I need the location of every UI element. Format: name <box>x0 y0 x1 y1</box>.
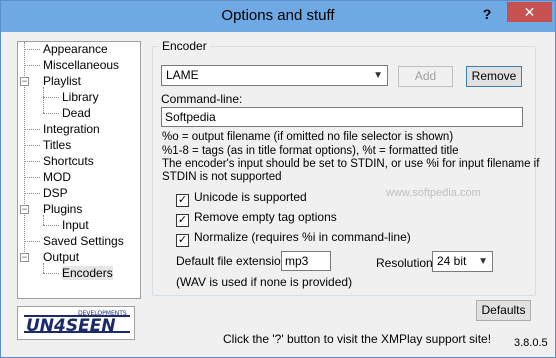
options-tree[interactable]: − − − Appearance Miscellaneous Playlist … <box>17 41 141 299</box>
tree-item-dead[interactable]: Dead <box>62 106 91 121</box>
tree-connector <box>24 241 40 242</box>
title-bar[interactable]: Options and stuff ? ✕ <box>1 1 555 32</box>
close-icon: ✕ <box>523 4 536 20</box>
tree-connector <box>24 49 40 50</box>
window-title: Options and stuff <box>221 7 335 24</box>
checkmark-icon: ✓ <box>176 214 189 227</box>
tree-item-output[interactable]: Output <box>43 250 79 265</box>
tree-item-playlist[interactable]: Playlist <box>43 74 81 89</box>
encoder-select-value: LAME <box>166 68 199 82</box>
chevron-down-icon: ▼ <box>478 256 488 267</box>
status-text: Click the '?' button to visit the XMPlay… <box>223 332 492 346</box>
chevron-down-icon: ▼ <box>373 70 383 81</box>
un4seen-logo: UN4SEEN DEVELOPMENTS <box>17 306 135 340</box>
tree-connector <box>24 177 40 178</box>
logo-subtext: DEVELOPMENTS <box>78 310 127 317</box>
info-line: %1-8 = tags (as in title format options)… <box>162 145 459 157</box>
close-button[interactable]: ✕ <box>507 2 552 22</box>
info-line: STDIN is not supported <box>162 171 282 183</box>
tree-connector <box>24 129 40 130</box>
info-line: %o = output filename (if omitted no file… <box>162 131 454 143</box>
tree-connector <box>24 161 40 162</box>
add-button[interactable]: Add <box>398 66 453 87</box>
wav-note: (WAV is used if none is provided) <box>176 275 353 289</box>
collapse-icon[interactable]: − <box>20 253 29 262</box>
options-window: Options and stuff ? ✕ − − − Appearance M… <box>0 0 556 358</box>
extension-label: Default file extension: <box>176 254 291 268</box>
tree-connector <box>24 65 40 66</box>
tree-item-dsp[interactable]: DSP <box>43 186 68 201</box>
help-button[interactable]: ? <box>474 4 500 24</box>
tree-item-encoders[interactable]: Encoders <box>62 266 113 281</box>
unicode-checkbox[interactable]: ✓ Unicode is supported <box>176 190 307 207</box>
tree-connector <box>24 145 40 146</box>
encoder-group-label: Encoder <box>159 39 210 53</box>
defaults-button[interactable]: Defaults <box>476 300 531 321</box>
remove-empty-tags-checkbox[interactable]: ✓ Remove empty tag options <box>176 210 337 227</box>
tree-connector <box>24 42 25 258</box>
tree-connector <box>24 193 40 194</box>
tree-item-plugins[interactable]: Plugins <box>43 202 82 217</box>
watermark-text: www.softpedia.com <box>386 187 481 199</box>
tree-item-titles[interactable]: Titles <box>43 138 71 153</box>
checkmark-icon: ✓ <box>176 234 189 247</box>
commandline-input[interactable]: Softpedia <box>161 107 523 127</box>
tree-connector <box>43 113 59 114</box>
resolution-label: Resolution: <box>376 256 437 270</box>
remove-button[interactable]: Remove <box>466 66 522 87</box>
tree-item-miscellaneous[interactable]: Miscellaneous <box>43 58 119 73</box>
info-line: The encoder's input should be set to STD… <box>162 158 540 170</box>
tree-item-saved-settings[interactable]: Saved Settings <box>43 234 124 249</box>
normalize-checkbox[interactable]: ✓ Normalize (requires %i in command-line) <box>176 230 411 247</box>
tree-connector <box>43 97 59 98</box>
collapse-icon[interactable]: − <box>20 77 29 86</box>
extension-input[interactable]: mp3 <box>281 251 331 271</box>
tree-item-input[interactable]: Input <box>62 218 89 233</box>
tree-item-shortcuts[interactable]: Shortcuts <box>43 154 94 169</box>
commandline-label: Command-line: <box>161 92 243 106</box>
tree-connector <box>43 87 44 113</box>
logo-graphic: UN4SEEN DEVELOPMENTS <box>24 310 130 336</box>
resolution-select-value: 24 bit <box>437 254 467 268</box>
checkmark-icon: ✓ <box>176 194 189 207</box>
version-label: 3.8.0.5 <box>514 337 548 349</box>
encoder-select[interactable]: LAME ▼ <box>161 65 388 86</box>
collapse-icon[interactable]: − <box>20 205 29 214</box>
tree-connector <box>43 225 59 226</box>
tree-item-appearance[interactable]: Appearance <box>43 42 108 57</box>
resolution-select[interactable]: 24 bit ▼ <box>432 251 493 272</box>
tree-item-mod[interactable]: MOD <box>43 170 71 185</box>
logo-text: UN4SEEN <box>26 316 116 336</box>
tree-connector <box>43 273 59 274</box>
tree-item-integration[interactable]: Integration <box>43 122 100 137</box>
tree-item-library[interactable]: Library <box>62 90 99 105</box>
